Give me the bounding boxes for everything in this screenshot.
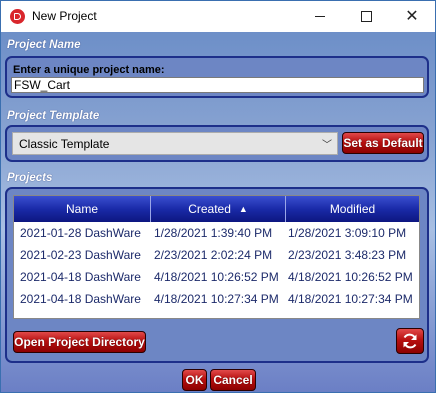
- column-header-created[interactable]: Created ▲: [151, 196, 286, 222]
- cell-modified: 4/18/2021 10:26:52 PM: [288, 270, 413, 284]
- cell-created: 2/23/2021 2:02:24 PM: [154, 248, 273, 262]
- cell-created: 1/28/2021 1:39:40 PM: [154, 226, 273, 240]
- projects-panel: Name Created ▲ Modified 2021-01-28 DashWa…: [5, 187, 429, 363]
- window-title: New Project: [32, 9, 97, 23]
- dialog-body: Project Name Enter a unique project name…: [1, 32, 435, 392]
- projects-section-label: Projects: [7, 172, 53, 184]
- chevron-down-icon: ﹀: [322, 140, 332, 151]
- column-header-created-label: Created: [188, 202, 231, 216]
- project-template-panel: Classic Template ﹀ Set as Default: [5, 125, 429, 162]
- close-icon: ✕: [405, 7, 419, 25]
- cell-modified: 2/23/2021 3:48:23 PM: [288, 248, 407, 262]
- minimize-button[interactable]: [297, 1, 343, 32]
- project-name-prompt: Enter a unique project name:: [13, 64, 165, 76]
- cell-modified: 1/28/2021 3:09:10 PM: [288, 226, 407, 240]
- maximize-icon: [360, 11, 372, 22]
- refresh-icon: [403, 333, 417, 349]
- project-name-panel: Enter a unique project name: FSW_Cart: [5, 56, 429, 98]
- table-row[interactable]: 2021-04-18 DashWare 4/18/2021 10:27:34 P…: [14, 288, 419, 310]
- app-logo-icon: [10, 9, 25, 24]
- column-header-modified[interactable]: Modified: [286, 196, 419, 222]
- column-header-name[interactable]: Name: [14, 196, 151, 222]
- ok-button[interactable]: OK: [182, 369, 207, 391]
- template-select-value: Classic Template: [19, 137, 110, 151]
- cell-name: 2021-02-23 DashWare: [20, 248, 141, 262]
- column-header-modified-label: Modified: [329, 202, 376, 216]
- project-name-input[interactable]: FSW_Cart: [11, 77, 424, 93]
- cell-name: 2021-04-18 DashWare: [20, 292, 141, 306]
- template-select[interactable]: Classic Template ﹀: [12, 132, 338, 155]
- title-bar[interactable]: New Project ✕: [1, 1, 435, 32]
- project-name-section-label: Project Name: [7, 39, 81, 51]
- maximize-button[interactable]: [343, 1, 389, 32]
- open-project-directory-button[interactable]: Open Project Directory: [13, 331, 146, 353]
- projects-table: Name Created ▲ Modified 2021-01-28 DashWa…: [13, 195, 420, 319]
- table-row[interactable]: 2021-01-28 DashWare 1/28/2021 1:39:40 PM…: [14, 222, 419, 244]
- sort-ascending-icon: ▲: [238, 204, 248, 214]
- cell-modified: 4/18/2021 10:27:34 PM: [288, 292, 413, 306]
- cell-created: 4/18/2021 10:26:52 PM: [154, 270, 279, 284]
- minimize-icon: [315, 16, 325, 17]
- cancel-button[interactable]: Cancel: [210, 369, 256, 391]
- cell-name: 2021-01-28 DashWare: [20, 226, 141, 240]
- set-as-default-button[interactable]: Set as Default: [342, 132, 424, 154]
- cell-created: 4/18/2021 10:27:34 PM: [154, 292, 279, 306]
- refresh-button[interactable]: [396, 328, 424, 354]
- table-row[interactable]: 2021-04-18 DashWare 4/18/2021 10:26:52 P…: [14, 266, 419, 288]
- column-header-name-label: Name: [65, 202, 98, 216]
- close-button[interactable]: ✕: [389, 1, 435, 32]
- new-project-window: New Project ✕ Project Name Enter a uniqu…: [0, 0, 436, 393]
- projects-table-header: Name Created ▲ Modified: [14, 196, 419, 222]
- projects-table-body: 2021-01-28 DashWare 1/28/2021 1:39:40 PM…: [14, 222, 419, 310]
- table-row[interactable]: 2021-02-23 DashWare 2/23/2021 2:02:24 PM…: [14, 244, 419, 266]
- project-template-section-label: Project Template: [7, 110, 100, 122]
- cell-name: 2021-04-18 DashWare: [20, 270, 141, 284]
